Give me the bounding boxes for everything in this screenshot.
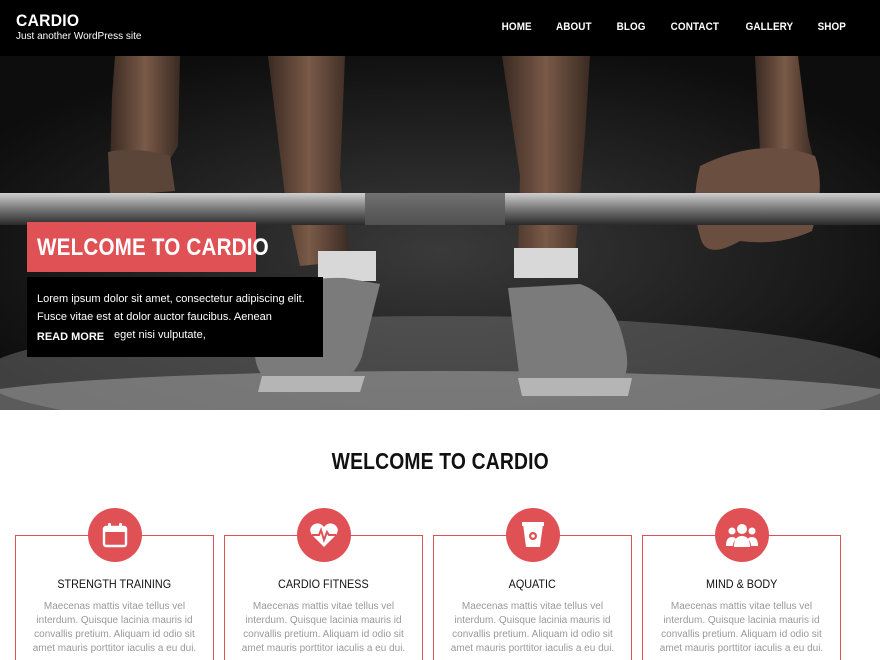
feature-title: AQUATIC [508, 577, 557, 591]
site-header: CARDIO Just another WordPress site HOME … [0, 0, 880, 56]
cup-icon [506, 508, 560, 562]
feature-text: Maecenas mattis vitae tellus vel interdu… [659, 601, 824, 654]
users-icon [715, 508, 769, 562]
heartbeat-icon [297, 508, 351, 562]
feature-card-aquatic: AQUATIC Maecenas mattis vitae tellus vel… [433, 508, 632, 660]
feature-card-cardio: CARDIO FITNESS Maecenas mattis vitae tel… [224, 508, 423, 660]
section-heading-text: WELCOME TO CARDIO [331, 448, 549, 474]
nav-gallery[interactable]: GALLERY [745, 21, 793, 33]
calendar-icon [88, 508, 142, 562]
nav-about[interactable]: ABOUT [556, 21, 592, 33]
nav-shop[interactable]: SHOP [818, 21, 846, 33]
hero-title-box: WELCOME TO CARDIO [27, 222, 269, 272]
feature-text: Maecenas mattis vitae tellus vel interdu… [450, 601, 615, 654]
hero-banner: WELCOME TO CARDIO Lorem ipsum dolor sit … [0, 56, 880, 410]
section-heading: WELCOME TO CARDIO [0, 448, 880, 475]
feature-title: CARDIO FITNESS [278, 577, 369, 591]
read-more-button[interactable]: READ MORE [27, 324, 114, 350]
nav-home[interactable]: HOME [501, 21, 531, 33]
feature-card-mind-body: MIND & BODY Maecenas mattis vitae tellus… [642, 508, 841, 660]
hero-title: WELCOME TO CARDIO [37, 234, 269, 261]
nav-contact[interactable]: CONTACT [671, 21, 719, 33]
feature-text: Maecenas mattis vitae tellus vel interdu… [32, 601, 197, 654]
feature-title: MIND & BODY [705, 577, 778, 591]
main-nav: HOME ABOUT BLOG CONTACT GALLERY SHOP [500, 21, 848, 33]
site-title[interactable]: CARDIO [16, 11, 79, 31]
site-tagline: Just another WordPress site [16, 31, 142, 42]
feature-card-strength: STRENGTH TRAINING Maecenas mattis vitae … [15, 508, 214, 660]
feature-title: STRENGTH TRAINING [57, 577, 172, 591]
nav-blog[interactable]: BLOG [616, 21, 645, 33]
feature-text: Maecenas mattis vitae tellus vel interdu… [241, 601, 406, 654]
